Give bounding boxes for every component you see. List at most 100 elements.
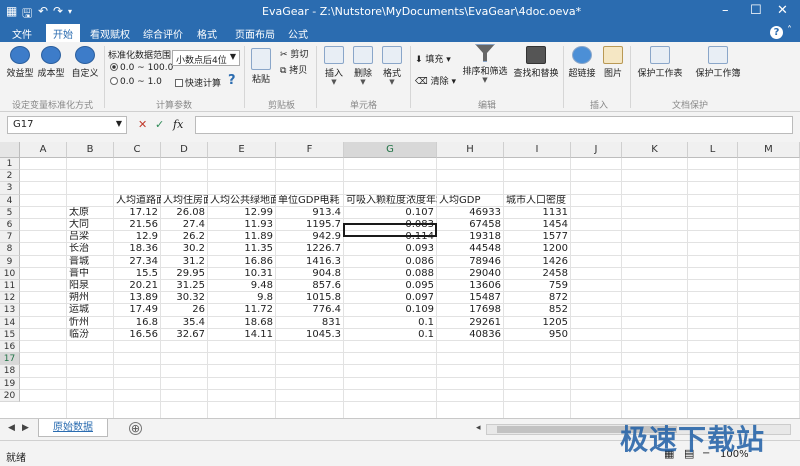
function-icon[interactable]: fx	[173, 118, 183, 131]
decimal-places-select[interactable]: 小数点后4位 ▼	[172, 50, 240, 66]
row-header[interactable]: 10	[0, 267, 20, 280]
column-header[interactable]: K	[622, 142, 688, 158]
data-cell[interactable]: 942.9	[276, 231, 344, 243]
row-header[interactable]: 11	[0, 280, 20, 293]
row-header[interactable]: 18	[0, 365, 20, 378]
column-header[interactable]: D	[161, 142, 208, 158]
city-name-cell[interactable]: 大同	[67, 219, 114, 231]
data-cell[interactable]: 904.8	[276, 268, 344, 280]
column-header[interactable]: I	[504, 142, 571, 158]
minimize-icon[interactable]: –	[722, 3, 729, 18]
data-cell[interactable]: 18.68	[208, 317, 276, 329]
add-sheet-button[interactable]: ⊕	[129, 422, 142, 435]
data-cell[interactable]: 16.86	[208, 256, 276, 268]
data-cell[interactable]: 29261	[437, 317, 504, 329]
data-cell[interactable]: 18.36	[114, 243, 161, 255]
data-cell[interactable]: 1226.7	[276, 243, 344, 255]
city-name-cell[interactable]: 临汾	[67, 329, 114, 341]
data-cell[interactable]: 30.32	[161, 292, 208, 304]
data-cell[interactable]: 78946	[437, 256, 504, 268]
customize-qa-icon[interactable]: ▾	[68, 7, 72, 16]
row-header[interactable]: 13	[0, 304, 20, 317]
column-header[interactable]: A	[20, 142, 67, 158]
paste-button[interactable]: 粘贴	[248, 48, 274, 85]
selected-cell[interactable]	[343, 223, 437, 237]
tab-formula[interactable]: 公式	[288, 26, 308, 41]
data-cell[interactable]: 15.5	[114, 268, 161, 280]
row-header[interactable]: 2	[0, 170, 20, 183]
picture-button[interactable]: 图片	[601, 46, 625, 79]
table-header-cell[interactable]: 城市人口密度	[504, 195, 571, 207]
data-cell[interactable]: 20.21	[114, 280, 161, 292]
redo-icon[interactable]: ↷	[53, 4, 63, 18]
tab-file[interactable]: 文件	[12, 26, 32, 41]
data-cell[interactable]: 46933	[437, 207, 504, 219]
data-cell[interactable]: 913.4	[276, 207, 344, 219]
data-cell[interactable]: 9.8	[208, 292, 276, 304]
data-cell[interactable]: 31.2	[161, 256, 208, 268]
row-header[interactable]: 5	[0, 206, 20, 219]
data-cell[interactable]: 9.48	[208, 280, 276, 292]
data-cell[interactable]: 16.56	[114, 329, 161, 341]
data-cell[interactable]: 1195.7	[276, 219, 344, 231]
data-cell[interactable]: 40836	[437, 329, 504, 341]
city-name-cell[interactable]: 运城	[67, 304, 114, 316]
data-cell[interactable]: 0.097	[344, 292, 437, 304]
tab-weights[interactable]: 看观赋权	[90, 26, 130, 41]
data-cell[interactable]: 857.6	[276, 280, 344, 292]
data-cell[interactable]: 15487	[437, 292, 504, 304]
row-header[interactable]: 16	[0, 341, 20, 354]
data-cell[interactable]: 26.2	[161, 231, 208, 243]
benefit-type-button[interactable]: 效益型	[6, 46, 34, 79]
data-cell[interactable]: 1416.3	[276, 256, 344, 268]
city-name-cell[interactable]: 忻州	[67, 317, 114, 329]
scroll-left-icon[interactable]: ◂	[476, 423, 481, 433]
data-cell[interactable]: 35.4	[161, 317, 208, 329]
data-cell[interactable]: 10.31	[208, 268, 276, 280]
undo-icon[interactable]: ↶	[38, 4, 48, 18]
data-cell[interactable]: 0.086	[344, 256, 437, 268]
column-header[interactable]: B	[67, 142, 114, 158]
data-cell[interactable]: 13606	[437, 280, 504, 292]
table-header-cell[interactable]: 人均GDP	[437, 195, 504, 207]
row-header[interactable]: 3	[0, 182, 20, 195]
data-cell[interactable]: 0.088	[344, 268, 437, 280]
table-header-cell[interactable]: 人均住房面积	[161, 195, 208, 207]
data-cell[interactable]: 1454	[504, 219, 571, 231]
city-name-cell[interactable]: 朔州	[67, 292, 114, 304]
data-cell[interactable]: 1045.3	[276, 329, 344, 341]
data-cell[interactable]: 29.95	[161, 268, 208, 280]
column-header[interactable]: C	[114, 142, 161, 158]
column-header[interactable]: E	[208, 142, 276, 158]
city-name-cell[interactable]: 阳泉	[67, 280, 114, 292]
select-all-corner[interactable]	[0, 142, 20, 158]
data-cell[interactable]: 16.8	[114, 317, 161, 329]
data-cell[interactable]: 0.095	[344, 280, 437, 292]
row-header[interactable]: 20	[0, 389, 20, 402]
city-name-cell[interactable]: 吕梁	[67, 231, 114, 243]
data-cell[interactable]: 12.99	[208, 207, 276, 219]
data-cell[interactable]: 26.08	[161, 207, 208, 219]
help-icon[interactable]: ?	[770, 26, 783, 39]
data-cell[interactable]: 11.35	[208, 243, 276, 255]
data-cell[interactable]: 14.11	[208, 329, 276, 341]
prev-sheet-icon[interactable]: ◀	[8, 423, 15, 433]
copy-button[interactable]: ⧉ 拷贝	[280, 63, 307, 76]
column-header[interactable]: G	[344, 142, 437, 158]
data-cell[interactable]: 31.25	[161, 280, 208, 292]
data-cell[interactable]: 2458	[504, 268, 571, 280]
clear-button[interactable]: ⌫ 清除 ▾	[415, 74, 456, 87]
find-replace-button[interactable]: 查找和替换	[512, 46, 560, 79]
data-cell[interactable]: 13.89	[114, 292, 161, 304]
question-icon[interactable]: ?	[228, 73, 236, 88]
data-cell[interactable]: 1131	[504, 207, 571, 219]
cut-button[interactable]: ✂ 剪切	[280, 47, 308, 60]
data-cell[interactable]: 12.9	[114, 231, 161, 243]
fill-button[interactable]: ⬇ 填充 ▾	[415, 52, 451, 65]
column-header[interactable]: H	[437, 142, 504, 158]
data-cell[interactable]: 0.107	[344, 207, 437, 219]
app-grid-icon[interactable]: ▦	[6, 4, 17, 18]
tab-page-layout[interactable]: 页面布局	[235, 26, 275, 41]
collapse-ribbon-icon[interactable]: ˄	[787, 25, 792, 36]
city-name-cell[interactable]: 长治	[67, 243, 114, 255]
